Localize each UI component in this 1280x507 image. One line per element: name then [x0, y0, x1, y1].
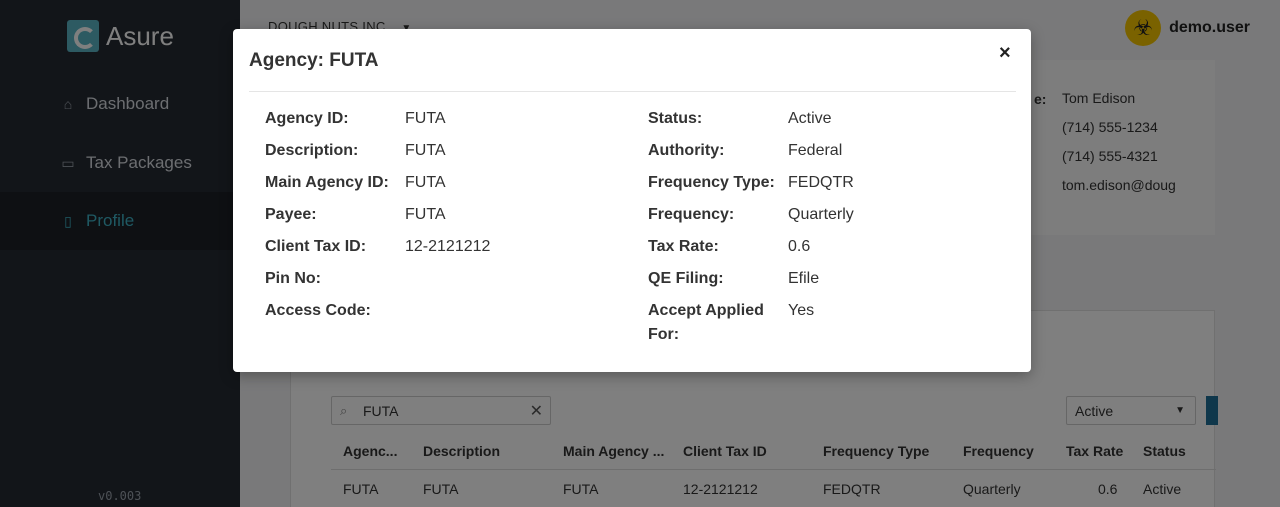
description-label: Description:: [265, 142, 359, 159]
accept-applied-label-line2: For:: [648, 326, 680, 343]
main-agency-id-value: FUTA: [405, 174, 446, 191]
payee-label: Payee:: [265, 206, 317, 223]
authority-label: Authority:: [648, 142, 725, 159]
tax-rate-value: 0.6: [788, 238, 811, 255]
authority-value: Federal: [788, 142, 843, 159]
agency-id-value: FUTA: [405, 110, 446, 127]
client-tax-id-label: Client Tax ID:: [265, 238, 367, 255]
pin-no-label: Pin No:: [265, 270, 321, 287]
close-icon[interactable]: ×: [999, 42, 1011, 65]
status-value: Active: [788, 110, 832, 127]
status-label: Status:: [648, 110, 703, 127]
qe-filing-label: QE Filing:: [648, 270, 724, 287]
description-value: FUTA: [405, 142, 446, 159]
main-agency-id-label: Main Agency ID:: [265, 174, 389, 191]
frequency-type-label: Frequency Type:: [648, 174, 775, 191]
agency-modal: Agency: FUTA × Agency ID: FUTA Descripti…: [233, 29, 1031, 372]
client-tax-id-value: 12-2121212: [405, 238, 491, 255]
access-code-label: Access Code:: [265, 302, 371, 319]
payee-value: FUTA: [405, 206, 446, 223]
qe-filing-value: Efile: [788, 270, 820, 287]
tax-rate-label: Tax Rate:: [648, 238, 719, 255]
accept-applied-label: Accept Applied: [648, 302, 764, 319]
agency-id-label: Agency ID:: [265, 110, 349, 127]
frequency-value: Quarterly: [788, 206, 854, 223]
modal-title: Agency: FUTA: [249, 50, 379, 71]
accept-applied-value: Yes: [788, 302, 815, 319]
frequency-type-value: FEDQTR: [788, 174, 854, 191]
frequency-label: Frequency:: [648, 206, 735, 223]
modal-divider: [249, 91, 1016, 92]
